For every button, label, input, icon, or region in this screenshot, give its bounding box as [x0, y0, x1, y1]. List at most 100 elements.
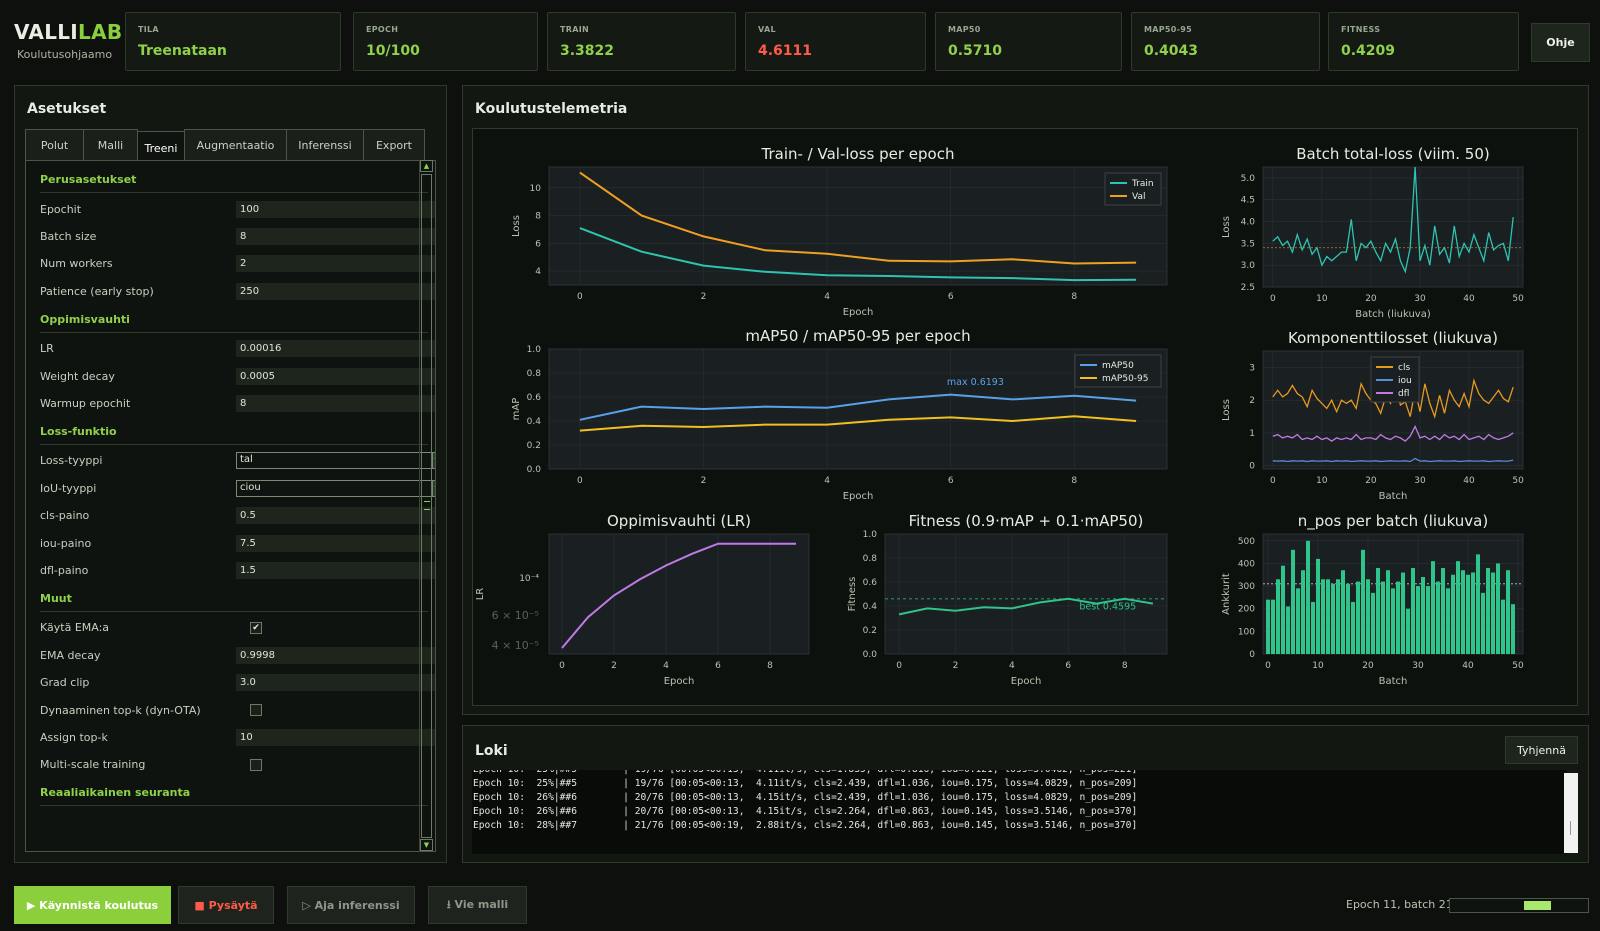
bar [1311, 601, 1315, 654]
y-tick-label: 2.5 [1241, 283, 1255, 293]
setting-select[interactable]: tal [236, 452, 432, 470]
y-axis-label: Fitness [847, 577, 858, 612]
y-tick-label: 8 [535, 212, 541, 222]
stat-card: MAP50 0.5710 [935, 12, 1122, 71]
bar [1271, 599, 1275, 654]
tab-polut[interactable]: Polut [25, 129, 84, 161]
legend-label: mAP50-95 [1102, 374, 1149, 384]
progress-bar [1449, 898, 1589, 913]
bar [1351, 601, 1355, 654]
scroll-thumb[interactable] [421, 174, 432, 838]
setting-row: cls-paino 0.5 [40, 507, 435, 525]
x-tick-label: 4 [824, 292, 830, 302]
y-tick-label: 0.4 [863, 602, 878, 612]
bar [1411, 567, 1415, 654]
stat-card: MAP50-95 0.4043 [1131, 12, 1320, 71]
log-scrollbar[interactable] [1564, 773, 1578, 853]
stat-card: EPOCH 10/100 [353, 12, 538, 71]
progress-fill [1523, 901, 1552, 910]
y-tick-label: 300 [1238, 582, 1255, 592]
section-divider [40, 805, 428, 807]
setting-input[interactable]: 0.9998 [236, 646, 435, 664]
app-logo: VALLILAB [14, 20, 123, 44]
setting-input[interactable]: 7.5 [236, 534, 435, 552]
stat-value: Treenataan [138, 43, 227, 59]
section-title: Oppimisvauhti [40, 312, 130, 326]
y-tick-label: 4 [535, 267, 541, 277]
tab-malli[interactable]: Malli [83, 129, 138, 161]
y-axis-label: Loss [511, 215, 522, 237]
scroll-down-icon[interactable]: ▼ [420, 839, 433, 851]
status-text: Epoch 11, batch 21 [1346, 898, 1453, 911]
setting-input[interactable]: 3.0 [236, 674, 435, 692]
x-tick-label: 0 [1270, 476, 1276, 486]
section-divider [40, 443, 428, 445]
scroll-up-icon[interactable]: ▲ [420, 160, 433, 172]
telemetry-title: Koulutustelemetria [475, 101, 628, 117]
run-inference-button[interactable]: ▷ Aja inferenssi [287, 886, 415, 924]
y-tick-label: 4.5 [1241, 196, 1255, 206]
settings-scrollbar[interactable]: ▲ ▼ [419, 160, 433, 852]
x-tick-label: 2 [701, 476, 707, 486]
log-line: Epoch 10: 26%|##6 | 20/76 [00:05<00:13, … [473, 806, 1138, 817]
y-tick-label: 1 [1249, 429, 1255, 439]
setting-checkbox[interactable]: ✔ [250, 621, 262, 634]
x-tick-label: 10 [1316, 476, 1328, 486]
start-training-button[interactable]: ▶ Käynnistä koulutus [14, 886, 171, 924]
setting-label: LR [40, 342, 54, 356]
y-tick-label: 400 [1238, 559, 1255, 569]
setting-label: Weight decay [40, 369, 115, 383]
bar [1456, 561, 1460, 654]
stat-label: TILA [138, 25, 159, 34]
setting-select[interactable]: ciou [236, 479, 432, 497]
setting-label: Num workers [40, 257, 113, 271]
x-tick-label: 10 [1312, 661, 1324, 671]
setting-input[interactable]: 0.5 [236, 507, 435, 525]
telemetry-charts: 0 2 4 6 8 4 6 8 10 Train- / Val-loss per epoch Epo… [472, 128, 1578, 706]
setting-label: iou-paino [40, 536, 92, 550]
setting-input[interactable]: 0.00016 [236, 340, 435, 358]
setting-input[interactable]: 250 [236, 282, 435, 300]
tab-inferenssi[interactable]: Inferenssi [286, 129, 364, 161]
log-line: Epoch 10: 25%|##5 | 19/76 [00:05<00:13, … [472, 770, 1567, 777]
chart-title: n_pos per batch (liukuva) [1298, 512, 1488, 531]
charts-canvas: 0 2 4 6 846810Train- / Val-loss per epochEpo… [475, 145, 1524, 687]
setting-checkbox[interactable] [250, 758, 262, 771]
bar [1451, 574, 1455, 654]
chart-annotation: max 0.6193 [947, 377, 1004, 388]
tab-augmentaatio[interactable]: Augmentaatio [184, 129, 287, 161]
setting-input[interactable]: 1.5 [236, 561, 435, 579]
x-tick-label: 0 [559, 661, 565, 671]
brand: VALLILAB Koulutusohjaamo [14, 20, 122, 61]
setting-input[interactable]: 0.0005 [236, 367, 435, 385]
stop-button[interactable]: ■ Pysäytä [178, 886, 274, 924]
x-tick-label: 50 [1512, 661, 1524, 671]
setting-input[interactable]: 8 [236, 227, 435, 245]
setting-input[interactable]: 8 [236, 394, 435, 412]
bar [1431, 561, 1435, 654]
x-tick-label: 0 [1265, 661, 1271, 671]
legend-label: mAP50 [1102, 361, 1134, 371]
setting-row: IoU-tyyppiciou▼ [40, 479, 435, 497]
help-button[interactable]: Ohje [1531, 23, 1590, 62]
x-tick-label: 20 [1365, 294, 1377, 304]
y-tick-label: 0.0 [527, 465, 542, 475]
y-tick-label: 6 [535, 239, 541, 249]
setting-row: EMA decay 0.9998 [40, 646, 435, 664]
stat-card: VAL 4.6111 [745, 12, 926, 71]
bar [1491, 572, 1495, 654]
x-tick-label: 40 [1463, 294, 1475, 304]
setting-checkbox[interactable] [250, 704, 262, 716]
bar [1341, 570, 1345, 654]
setting-input[interactable]: 100 [236, 200, 435, 218]
setting-row: Käytä EMA:a ✔ [40, 619, 420, 637]
bar [1326, 579, 1330, 654]
y-tick-label: 0.8 [527, 369, 542, 379]
setting-input[interactable]: 2 [236, 255, 435, 273]
log-scroll-thumb[interactable] [1570, 821, 1571, 835]
setting-label: Assign top-k [40, 730, 108, 744]
export-model-button[interactable]: ⭳ Vie malli [428, 886, 527, 924]
tab-export[interactable]: Export [363, 129, 425, 161]
clear-log-button[interactable]: Tyhjennä [1505, 736, 1578, 764]
setting-input[interactable]: 10 [236, 728, 435, 746]
